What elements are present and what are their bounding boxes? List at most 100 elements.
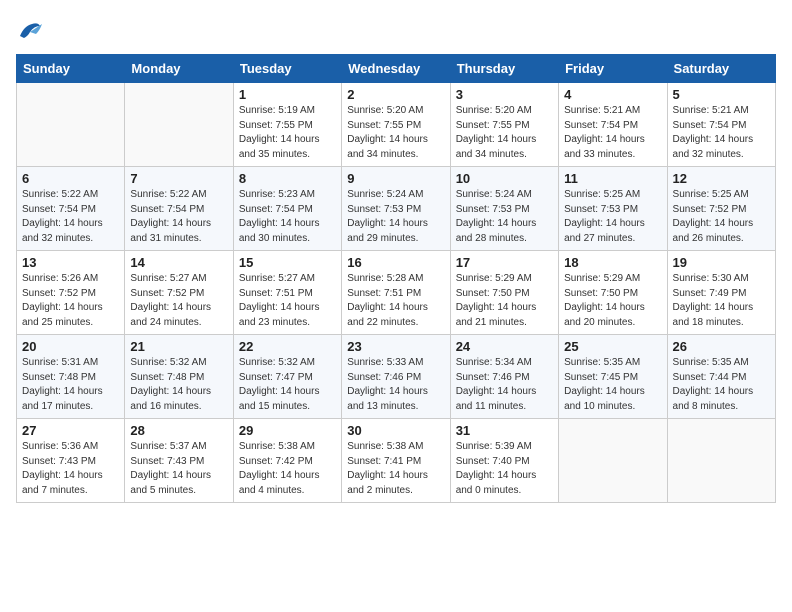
day-info: Sunrise: 5:27 AM Sunset: 7:51 PM Dayligh… (239, 272, 336, 330)
day-number: 10 (456, 171, 553, 186)
calendar-cell: 8Sunrise: 5:23 AM Sunset: 7:54 PM Daylig… (233, 167, 341, 251)
day-number: 7 (130, 171, 227, 186)
day-number: 11 (564, 171, 661, 186)
day-info: Sunrise: 5:26 AM Sunset: 7:52 PM Dayligh… (22, 272, 119, 330)
calendar-cell: 13 Sunrise: 5:26 AM Sunset: 7:52 PM Dayli… (17, 251, 125, 335)
day-info: Sunrise: 5:20 AM Sunset: 7:55 PM Dayligh… (347, 104, 444, 162)
day-info: Sunrise: 5:38 AM Sunset: 7:42 PM Dayligh… (239, 440, 336, 498)
calendar-week-row: 1 Sunrise: 5:19 AM Sunset: 7:55 PM Daylig… (17, 83, 776, 167)
day-number: 26 (673, 339, 770, 354)
day-info: Sunrise: 5:29 AM Sunset: 7:50 PM Dayligh… (456, 272, 553, 330)
calendar-body: 1 Sunrise: 5:19 AM Sunset: 7:55 PM Daylig… (17, 83, 776, 503)
day-info: Sunrise: 5:25 AM Sunset: 7:52 PM Dayligh… (673, 188, 770, 246)
day-info: Sunrise: 5:39 AM Sunset: 7:40 PM Dayligh… (456, 440, 553, 498)
day-number: 15 (239, 255, 336, 270)
calendar-cell: 31 Sunrise: 5:39 AM Sunset: 7:40 PM Dayli… (450, 419, 558, 503)
calendar-table: SundayMondayTuesdayWednesdayThursdayFrid… (16, 54, 776, 503)
page-header (16, 16, 776, 44)
day-info: Sunrise: 5:27 AM Sunset: 7:52 PM Dayligh… (130, 272, 227, 330)
calendar-cell: 2Sunrise: 5:20 AM Sunset: 7:55 PM Daylig… (342, 83, 450, 167)
calendar-week-row: 6 Sunrise: 5:22 AM Sunset: 7:54 PM Daylig… (17, 167, 776, 251)
logo (16, 16, 48, 44)
weekday-header: Wednesday (342, 55, 450, 83)
day-info: Sunrise: 5:22 AM Sunset: 7:54 PM Dayligh… (22, 188, 119, 246)
day-number: 1 (239, 87, 336, 102)
day-info: Sunrise: 5:32 AM Sunset: 7:47 PM Dayligh… (239, 356, 336, 414)
day-number: 21 (130, 339, 227, 354)
calendar-cell: 20 Sunrise: 5:31 AM Sunset: 7:48 PM Dayli… (17, 335, 125, 419)
calendar-week-row: 27 Sunrise: 5:36 AM Sunset: 7:43 PM Dayli… (17, 419, 776, 503)
day-info: Sunrise: 5:33 AM Sunset: 7:46 PM Dayligh… (347, 356, 444, 414)
day-info: Sunrise: 5:24 AM Sunset: 7:53 PM Dayligh… (347, 188, 444, 246)
weekday-header: Monday (125, 55, 233, 83)
calendar-cell: 1 Sunrise: 5:19 AM Sunset: 7:55 PM Daylig… (233, 83, 341, 167)
weekday-header: Thursday (450, 55, 558, 83)
day-number: 6 (22, 171, 119, 186)
day-number: 29 (239, 423, 336, 438)
calendar-cell: 27 Sunrise: 5:36 AM Sunset: 7:43 PM Dayli… (17, 419, 125, 503)
calendar-cell: 21 Sunrise: 5:32 AM Sunset: 7:48 PM Dayli… (125, 335, 233, 419)
calendar-cell: 26Sunrise: 5:35 AM Sunset: 7:44 PM Dayli… (667, 335, 775, 419)
day-info: Sunrise: 5:21 AM Sunset: 7:54 PM Dayligh… (673, 104, 770, 162)
weekday-header: Saturday (667, 55, 775, 83)
day-info: Sunrise: 5:30 AM Sunset: 7:49 PM Dayligh… (673, 272, 770, 330)
calendar-cell: 17 Sunrise: 5:29 AM Sunset: 7:50 PM Dayli… (450, 251, 558, 335)
day-info: Sunrise: 5:24 AM Sunset: 7:53 PM Dayligh… (456, 188, 553, 246)
day-info: Sunrise: 5:32 AM Sunset: 7:48 PM Dayligh… (130, 356, 227, 414)
calendar-cell: 16 Sunrise: 5:28 AM Sunset: 7:51 PM Dayli… (342, 251, 450, 335)
day-number: 25 (564, 339, 661, 354)
day-info: Sunrise: 5:36 AM Sunset: 7:43 PM Dayligh… (22, 440, 119, 498)
calendar-cell (125, 83, 233, 167)
day-number: 22 (239, 339, 336, 354)
day-info: Sunrise: 5:29 AM Sunset: 7:50 PM Dayligh… (564, 272, 661, 330)
day-number: 12 (673, 171, 770, 186)
day-info: Sunrise: 5:31 AM Sunset: 7:48 PM Dayligh… (22, 356, 119, 414)
calendar-cell: 7 Sunrise: 5:22 AM Sunset: 7:54 PM Daylig… (125, 167, 233, 251)
calendar-cell: 25Sunrise: 5:35 AM Sunset: 7:45 PM Dayli… (559, 335, 667, 419)
calendar-cell: 15 Sunrise: 5:27 AM Sunset: 7:51 PM Dayli… (233, 251, 341, 335)
day-info: Sunrise: 5:21 AM Sunset: 7:54 PM Dayligh… (564, 104, 661, 162)
weekday-header: Sunday (17, 55, 125, 83)
day-number: 14 (130, 255, 227, 270)
day-number: 8 (239, 171, 336, 186)
day-number: 5 (673, 87, 770, 102)
day-number: 31 (456, 423, 553, 438)
day-info: Sunrise: 5:25 AM Sunset: 7:53 PM Dayligh… (564, 188, 661, 246)
day-info: Sunrise: 5:34 AM Sunset: 7:46 PM Dayligh… (456, 356, 553, 414)
day-number: 27 (22, 423, 119, 438)
calendar-cell: 5 Sunrise: 5:21 AM Sunset: 7:54 PM Daylig… (667, 83, 775, 167)
weekday-header: Friday (559, 55, 667, 83)
calendar-cell: 10 Sunrise: 5:24 AM Sunset: 7:53 PM Dayli… (450, 167, 558, 251)
calendar-cell: 9 Sunrise: 5:24 AM Sunset: 7:53 PM Daylig… (342, 167, 450, 251)
day-number: 18 (564, 255, 661, 270)
calendar-cell: 19 Sunrise: 5:30 AM Sunset: 7:49 PM Dayli… (667, 251, 775, 335)
calendar-cell: 23 Sunrise: 5:33 AM Sunset: 7:46 PM Dayli… (342, 335, 450, 419)
calendar-cell: 22 Sunrise: 5:32 AM Sunset: 7:47 PM Dayli… (233, 335, 341, 419)
calendar-cell: 11 Sunrise: 5:25 AM Sunset: 7:53 PM Dayli… (559, 167, 667, 251)
calendar-cell: 28Sunrise: 5:37 AM Sunset: 7:43 PM Dayli… (125, 419, 233, 503)
calendar-cell: 30Sunrise: 5:38 AM Sunset: 7:41 PM Dayli… (342, 419, 450, 503)
calendar-cell (17, 83, 125, 167)
calendar-cell: 12 Sunrise: 5:25 AM Sunset: 7:52 PM Dayli… (667, 167, 775, 251)
day-number: 20 (22, 339, 119, 354)
day-info: Sunrise: 5:19 AM Sunset: 7:55 PM Dayligh… (239, 104, 336, 162)
calendar-header-row: SundayMondayTuesdayWednesdayThursdayFrid… (17, 55, 776, 83)
day-number: 23 (347, 339, 444, 354)
calendar-cell: 4Sunrise: 5:21 AM Sunset: 7:54 PM Daylig… (559, 83, 667, 167)
day-number: 19 (673, 255, 770, 270)
day-info: Sunrise: 5:20 AM Sunset: 7:55 PM Dayligh… (456, 104, 553, 162)
day-number: 17 (456, 255, 553, 270)
day-info: Sunrise: 5:28 AM Sunset: 7:51 PM Dayligh… (347, 272, 444, 330)
day-number: 24 (456, 339, 553, 354)
day-number: 16 (347, 255, 444, 270)
day-number: 13 (22, 255, 119, 270)
day-number: 3 (456, 87, 553, 102)
logo-icon (16, 16, 44, 44)
calendar-week-row: 20 Sunrise: 5:31 AM Sunset: 7:48 PM Dayli… (17, 335, 776, 419)
calendar-cell (559, 419, 667, 503)
calendar-cell: 6 Sunrise: 5:22 AM Sunset: 7:54 PM Daylig… (17, 167, 125, 251)
day-info: Sunrise: 5:22 AM Sunset: 7:54 PM Dayligh… (130, 188, 227, 246)
day-number: 9 (347, 171, 444, 186)
calendar-cell: 24 Sunrise: 5:34 AM Sunset: 7:46 PM Dayli… (450, 335, 558, 419)
day-number: 28 (130, 423, 227, 438)
